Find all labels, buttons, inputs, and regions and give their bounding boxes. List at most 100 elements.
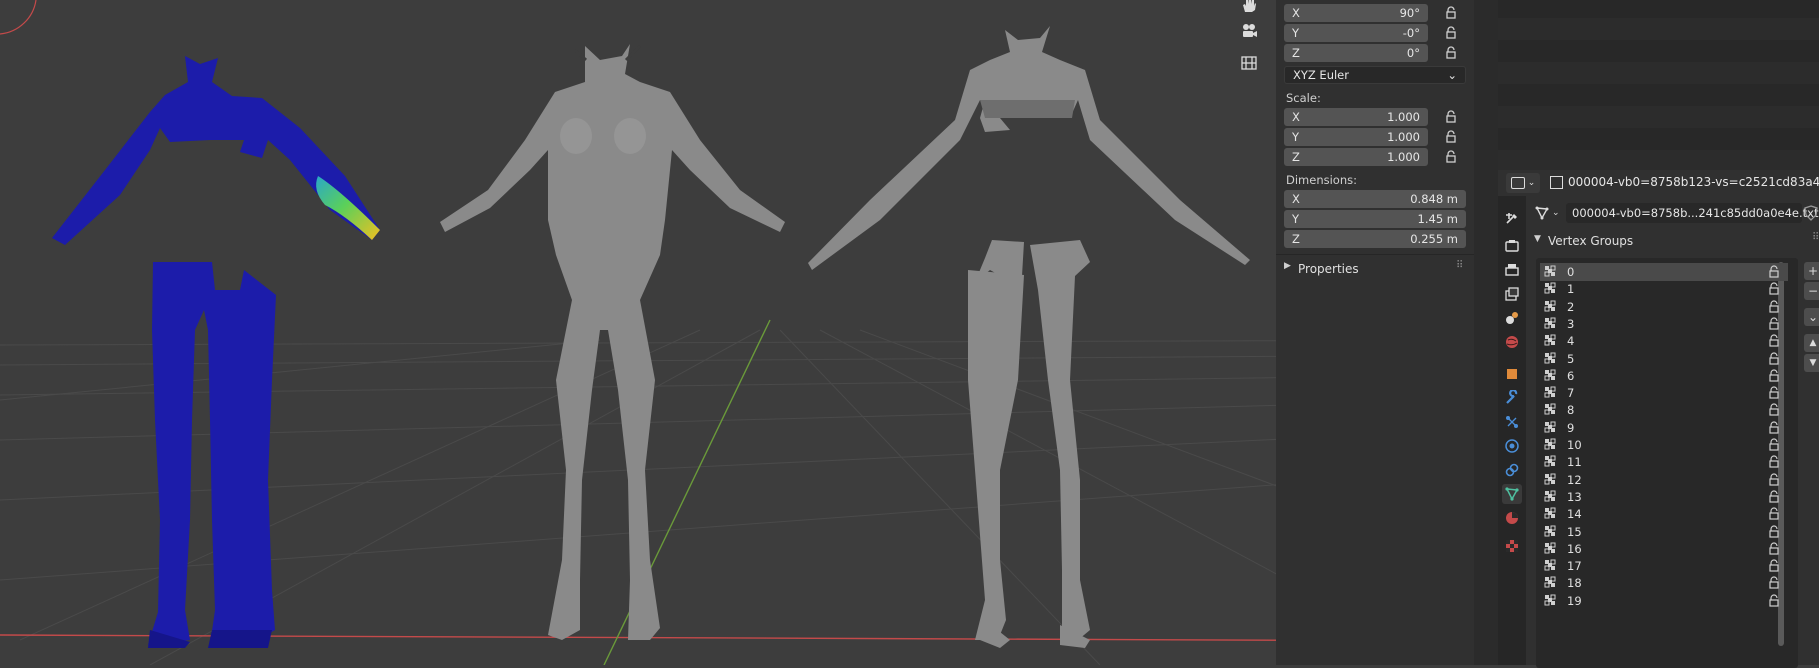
area-divider[interactable] xyxy=(1474,0,1498,665)
vertex-group-row[interactable]: 3 xyxy=(1540,315,1788,333)
dimension-y-field[interactable]: Y 1.45 m xyxy=(1284,210,1466,228)
vertex-group-row[interactable]: 0 xyxy=(1540,263,1788,281)
vertex-group-name[interactable]: 7 xyxy=(1567,386,1574,400)
vertex-group-row[interactable]: 13 xyxy=(1540,488,1788,506)
vertex-group-name[interactable]: 15 xyxy=(1567,525,1582,539)
vertex-group-row[interactable]: 19 xyxy=(1540,592,1788,610)
vertex-group-row[interactable]: 5 xyxy=(1540,350,1788,368)
lock-icon[interactable] xyxy=(1768,473,1780,487)
vertex-group-row[interactable]: 15 xyxy=(1540,523,1788,541)
vertex-group-name[interactable]: 12 xyxy=(1567,473,1582,487)
tool-icon[interactable] xyxy=(1502,208,1522,228)
move-down-button[interactable]: ▼ xyxy=(1804,354,1819,372)
outliner-row[interactable] xyxy=(1498,18,1819,40)
vertex-groups-panel-header[interactable]: ▼ Vertex Groups ⠿ xyxy=(1526,230,1819,252)
lock-icon[interactable] xyxy=(1768,403,1780,417)
vertex-group-row[interactable]: 16 xyxy=(1540,540,1788,558)
editor-type-button[interactable]: ⌄ xyxy=(1506,173,1540,193)
lock-icon[interactable] xyxy=(1444,6,1458,20)
lock-icon[interactable] xyxy=(1768,490,1780,504)
vertex-group-name[interactable]: 8 xyxy=(1567,403,1574,417)
outliner-row[interactable] xyxy=(1498,106,1819,128)
lock-icon[interactable] xyxy=(1768,507,1780,521)
body-mesh[interactable] xyxy=(440,44,785,640)
outliner-row[interactable] xyxy=(1498,62,1819,84)
lock-icon[interactable] xyxy=(1768,421,1780,435)
material-icon[interactable] xyxy=(1502,508,1522,528)
properties-subpanel-header[interactable]: ▶ Properties ⠿ xyxy=(1276,258,1474,280)
render-icon[interactable] xyxy=(1502,236,1522,256)
dimension-x-field[interactable]: X 0.848 m xyxy=(1284,190,1466,208)
vertex-group-name[interactable]: 18 xyxy=(1567,576,1582,590)
vertex-group-name[interactable]: 13 xyxy=(1567,490,1582,504)
remove-vertex-group-button[interactable]: − xyxy=(1804,282,1819,300)
scale-x-field[interactable]: X 1.000 xyxy=(1284,108,1428,126)
lock-icon[interactable] xyxy=(1768,317,1780,331)
vertex-group-row[interactable]: 14 xyxy=(1540,505,1788,523)
vertex-group-row[interactable]: 4 xyxy=(1540,332,1788,350)
scene-icon[interactable] xyxy=(1502,308,1522,328)
vertex-group-name[interactable]: 0 xyxy=(1567,265,1574,279)
vertex-group-name[interactable]: 11 xyxy=(1567,455,1582,469)
rotation-x-field[interactable]: X 90° xyxy=(1284,4,1428,22)
drag-handle-icon[interactable]: ⠿ xyxy=(1456,260,1463,271)
grid-icon[interactable] xyxy=(1240,54,1264,78)
lock-icon[interactable] xyxy=(1768,369,1780,383)
camera-icon[interactable] xyxy=(1240,22,1264,46)
lock-icon[interactable] xyxy=(1444,110,1458,124)
lock-icon[interactable] xyxy=(1768,438,1780,452)
outliner-area[interactable] xyxy=(1498,0,1819,172)
vertex-group-row[interactable]: 9 xyxy=(1540,419,1788,437)
vertex-group-row[interactable]: 12 xyxy=(1540,471,1788,489)
vertex-group-row[interactable]: 17 xyxy=(1540,557,1788,575)
hand-icon[interactable] xyxy=(1240,0,1264,20)
lock-icon[interactable] xyxy=(1768,542,1780,556)
drag-handle-icon[interactable]: ⠿ xyxy=(1812,232,1819,243)
vertex-group-name[interactable]: 14 xyxy=(1567,507,1582,521)
vertex-group-name[interactable]: 3 xyxy=(1567,317,1574,331)
mesh-data-name-field[interactable]: 000004-vb0=8758b...241c85dd0a0e4e.txt xyxy=(1566,203,1818,223)
vertex-group-name[interactable]: 16 xyxy=(1567,542,1582,556)
weight-paint-mesh[interactable] xyxy=(52,56,380,648)
mesh-data-browse-button[interactable]: ⌄ xyxy=(1534,203,1564,223)
vertex-group-name[interactable]: 17 xyxy=(1567,559,1582,573)
lock-icon[interactable] xyxy=(1444,130,1458,144)
clothing-mesh[interactable] xyxy=(808,26,1250,648)
lock-icon[interactable] xyxy=(1444,26,1458,40)
lock-icon[interactable] xyxy=(1444,150,1458,164)
3d-viewport[interactable] xyxy=(0,0,1474,665)
physics-icon[interactable] xyxy=(1502,436,1522,456)
vertex-group-specials-button[interactable]: ⌄ xyxy=(1804,308,1819,326)
fake-user-shield-icon[interactable] xyxy=(1804,205,1818,221)
move-up-button[interactable]: ▲ xyxy=(1804,334,1819,352)
vertex-group-row[interactable]: 11 xyxy=(1540,453,1788,471)
vertex-group-name[interactable]: 6 xyxy=(1567,369,1574,383)
lock-icon[interactable] xyxy=(1768,351,1780,366)
lock-icon[interactable] xyxy=(1768,282,1780,296)
vertex-group-row[interactable]: 2 xyxy=(1540,298,1788,316)
vertex-group-row[interactable]: 6 xyxy=(1540,367,1788,385)
vertex-group-row[interactable]: 1 xyxy=(1540,280,1788,298)
add-vertex-group-button[interactable]: + xyxy=(1804,262,1819,280)
lock-icon[interactable] xyxy=(1768,265,1780,279)
lock-icon[interactable] xyxy=(1768,576,1780,590)
outliner-row[interactable] xyxy=(1498,150,1819,172)
world-icon[interactable] xyxy=(1502,332,1522,352)
view-layer-icon[interactable] xyxy=(1502,284,1522,304)
vertex-group-name[interactable]: 4 xyxy=(1567,334,1574,348)
data-icon[interactable] xyxy=(1502,484,1522,504)
rotation-mode-select[interactable]: XYZ Euler ⌄ xyxy=(1284,66,1466,84)
lock-icon[interactable] xyxy=(1444,46,1458,60)
vertex-group-row[interactable]: 7 xyxy=(1540,384,1788,402)
vertex-group-name[interactable]: 2 xyxy=(1567,300,1574,314)
vertex-group-name[interactable]: 9 xyxy=(1567,421,1574,435)
lock-icon[interactable] xyxy=(1768,455,1780,469)
lock-icon[interactable] xyxy=(1768,594,1780,608)
lock-icon[interactable] xyxy=(1768,559,1780,573)
lock-icon[interactable] xyxy=(1768,300,1780,314)
constraints-icon[interactable] xyxy=(1502,460,1522,480)
vertex-group-row[interactable]: 8 xyxy=(1540,401,1788,419)
modifier-icon[interactable] xyxy=(1502,388,1522,408)
scale-y-field[interactable]: Y 1.000 xyxy=(1284,128,1428,146)
lock-icon[interactable] xyxy=(1768,524,1780,539)
